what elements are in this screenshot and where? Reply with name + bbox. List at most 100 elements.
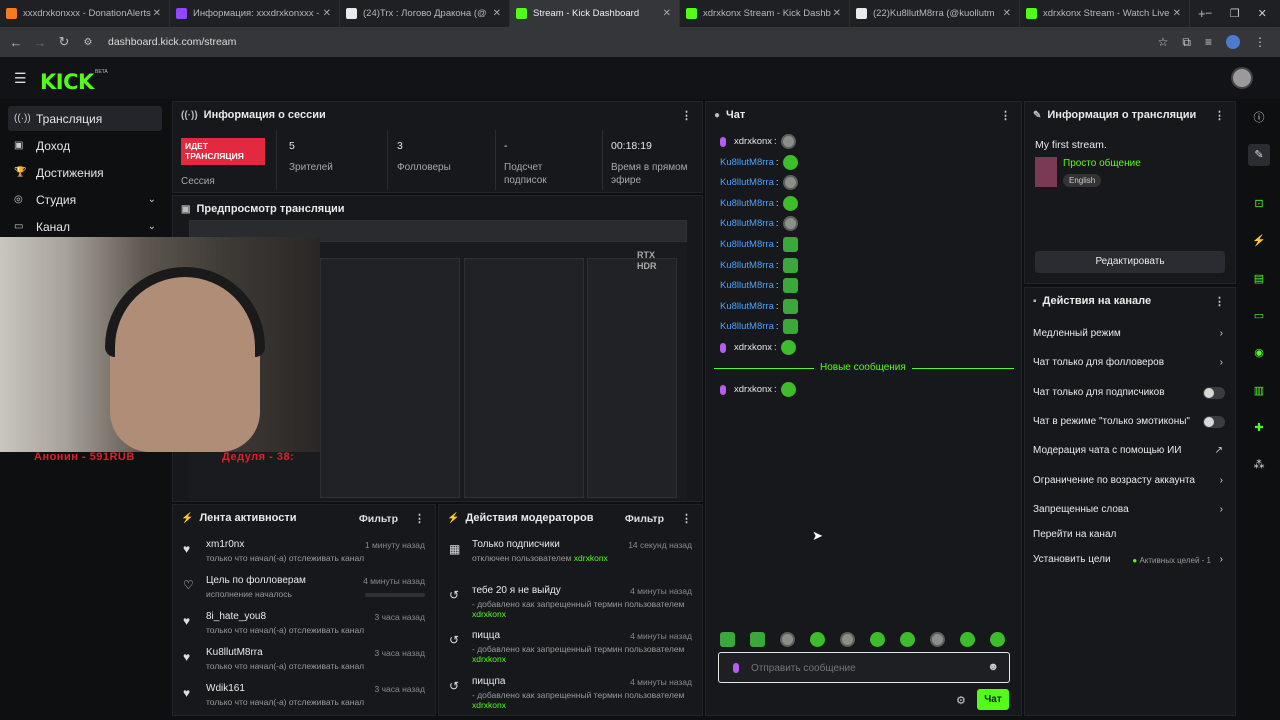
sidebar-item-channel[interactable]: ▭ Канал ⌄: [8, 214, 162, 239]
emote-icon[interactable]: [782, 319, 798, 335]
modaction-user[interactable]: xdrxkonx: [472, 654, 506, 664]
chat-input[interactable]: [751, 659, 971, 677]
chat-username[interactable]: Ku8llutM8rra: [720, 239, 774, 250]
chat-username[interactable]: Ku8llutM8rra: [720, 198, 774, 209]
modaction-user[interactable]: xdrxkonx: [472, 700, 506, 710]
hamburger-menu-icon[interactable]: ☰: [14, 70, 27, 87]
channel-action-item[interactable]: Перейти на канал: [1025, 529, 1235, 549]
restore-icon[interactable]: ❐: [1230, 7, 1240, 20]
emote-icon[interactable]: [840, 632, 855, 647]
modaction-user[interactable]: xdrxkonx: [574, 553, 608, 563]
emote-icon[interactable]: [930, 632, 945, 647]
close-tab-icon[interactable]: ✕: [1173, 8, 1181, 19]
chat-username[interactable]: Ku8llutM8rra: [720, 301, 774, 312]
chat-username[interactable]: Ku8llutM8rra: [720, 218, 774, 229]
browser-tab[interactable]: xdrxkonx Stream - Watch Live ✕: [1020, 0, 1190, 27]
chat-icon[interactable]: ▭: [1248, 305, 1270, 327]
channel-action-item[interactable]: Запрещенные слова ›: [1025, 504, 1235, 524]
chat-username[interactable]: xdrxkonx: [734, 136, 772, 147]
emoji-icon[interactable]: ☻: [987, 661, 999, 673]
emote-icon[interactable]: [810, 632, 825, 647]
lightning-icon[interactable]: ⚡: [1248, 230, 1270, 252]
minimize-icon[interactable]: –: [1206, 7, 1212, 20]
emote-icon[interactable]: [900, 632, 915, 647]
emote-icon[interactable]: [780, 340, 796, 355]
focus-icon[interactable]: ⊡: [1248, 193, 1270, 215]
browser-tab[interactable]: xxxdrxkonxxx - DonationAlerts ✕: [0, 0, 170, 27]
emote-icon[interactable]: [782, 257, 798, 273]
close-tab-icon[interactable]: ✕: [493, 8, 501, 19]
emote-icon[interactable]: [870, 632, 885, 647]
document-icon[interactable]: ▤: [1248, 268, 1270, 290]
pencil-icon[interactable]: ✎: [1248, 144, 1270, 166]
sidebar-item-studio[interactable]: ◎ Студия ⌄: [8, 187, 162, 212]
toggle-switch[interactable]: [1203, 416, 1225, 428]
wrench-icon[interactable]: ✚: [1248, 417, 1270, 439]
emote-icon[interactable]: [782, 154, 798, 170]
emote-icon[interactable]: [960, 632, 975, 647]
more-options-icon[interactable]: ⋮: [1214, 295, 1225, 308]
browser-tab[interactable]: Stream - Kick Dashboard ✕: [510, 0, 680, 27]
profile-avatar[interactable]: [1226, 35, 1240, 49]
emote-icon[interactable]: [780, 632, 795, 647]
category-link[interactable]: Просто общение: [1063, 158, 1141, 169]
site-info-icon[interactable]: ⚙: [76, 37, 100, 48]
browser-tab[interactable]: (24)Trx : Логово Дракона (@ ✕: [340, 0, 510, 27]
url-field[interactable]: dashboard.kick.com/stream: [108, 36, 236, 48]
chat-username[interactable]: Ku8llutM8rra: [720, 280, 774, 291]
modaction-user[interactable]: xdrxkonx: [472, 609, 506, 619]
chat-username[interactable]: xdrxkonx: [734, 342, 772, 353]
chat-send-button[interactable]: Чат: [977, 689, 1009, 710]
bookmark-icon[interactable]: ☆: [1158, 35, 1169, 49]
channel-action-item[interactable]: Ограничение по возрасту аккаунта ›: [1025, 475, 1235, 495]
chat-username[interactable]: Ku8llutM8rra: [720, 157, 774, 168]
close-tab-icon[interactable]: ✕: [153, 8, 161, 19]
back-icon[interactable]: ←: [4, 35, 28, 50]
extensions-icon[interactable]: ⧉: [1182, 35, 1191, 50]
browser-tab[interactable]: Информация: xxxdrxkonxxx - ✕: [170, 0, 340, 27]
media-icon[interactable]: ≡: [1205, 35, 1212, 49]
emote-icon[interactable]: [782, 237, 798, 252]
chat-settings-icon[interactable]: ⚙: [956, 694, 966, 707]
community-icon[interactable]: ⁂: [1248, 454, 1270, 476]
emote-icon[interactable]: [780, 382, 796, 397]
chat-username[interactable]: Ku8llutM8rra: [720, 321, 774, 332]
forward-icon[interactable]: →: [28, 35, 52, 50]
channel-action-item[interactable]: Медленный режим ›: [1025, 328, 1235, 348]
filter-button[interactable]: Фильтр: [359, 513, 398, 525]
emote-icon[interactable]: [782, 216, 798, 232]
sidebar-item-income[interactable]: ▣ Доход: [8, 133, 162, 158]
more-options-icon[interactable]: ⋮: [681, 512, 692, 525]
user-avatar[interactable]: [1231, 67, 1253, 89]
emote-icon[interactable]: [720, 632, 735, 647]
chat-username[interactable]: Ku8llutM8rra: [720, 177, 774, 188]
emote-icon[interactable]: [782, 298, 798, 314]
browser-tab[interactable]: (22)Ku8llutM8rra (@kuollutm ✕: [850, 0, 1020, 27]
kick-logo[interactable]: KICK: [40, 70, 94, 94]
channel-action-item[interactable]: Чат в режиме "только эмотиконы": [1025, 416, 1235, 436]
chat-username[interactable]: Ku8llutM8rra: [720, 260, 774, 271]
channel-action-item[interactable]: Модерация чата с помощью ИИ ↗: [1025, 445, 1235, 465]
edit-button[interactable]: Редактировать: [1035, 251, 1225, 273]
emote-icon[interactable]: [750, 632, 765, 647]
browser-menu-icon[interactable]: ⋮: [1254, 35, 1266, 49]
close-tab-icon[interactable]: ✕: [1003, 8, 1011, 19]
reload-icon[interactable]: ↻: [52, 34, 76, 50]
close-tab-icon[interactable]: ✕: [663, 8, 671, 19]
close-tab-icon[interactable]: ✕: [323, 8, 331, 19]
more-options-icon[interactable]: ⋮: [681, 109, 692, 122]
more-options-icon[interactable]: ⋮: [1000, 109, 1011, 122]
more-options-icon[interactable]: ⋮: [1214, 109, 1225, 122]
new-tab-button[interactable]: +: [1198, 6, 1206, 21]
close-tab-icon[interactable]: ✕: [833, 8, 841, 19]
chat-input-box[interactable]: ☻: [718, 652, 1010, 683]
filter-button[interactable]: Фильтр: [625, 513, 664, 525]
more-options-icon[interactable]: ⋮: [414, 512, 425, 525]
broadcast-icon[interactable]: ◉: [1248, 342, 1270, 364]
sidebar-item-broadcast[interactable]: ((·)) Трансляция: [8, 106, 162, 131]
browser-tab[interactable]: xdrxkonx Stream - Kick Dashb ✕: [680, 0, 850, 27]
emote-icon[interactable]: [782, 175, 798, 191]
channel-action-item[interactable]: Чат только для фолловеров ›: [1025, 357, 1235, 377]
chat-username[interactable]: xdrxkonx: [734, 384, 772, 395]
info-icon[interactable]: ⓘ: [1248, 107, 1270, 129]
